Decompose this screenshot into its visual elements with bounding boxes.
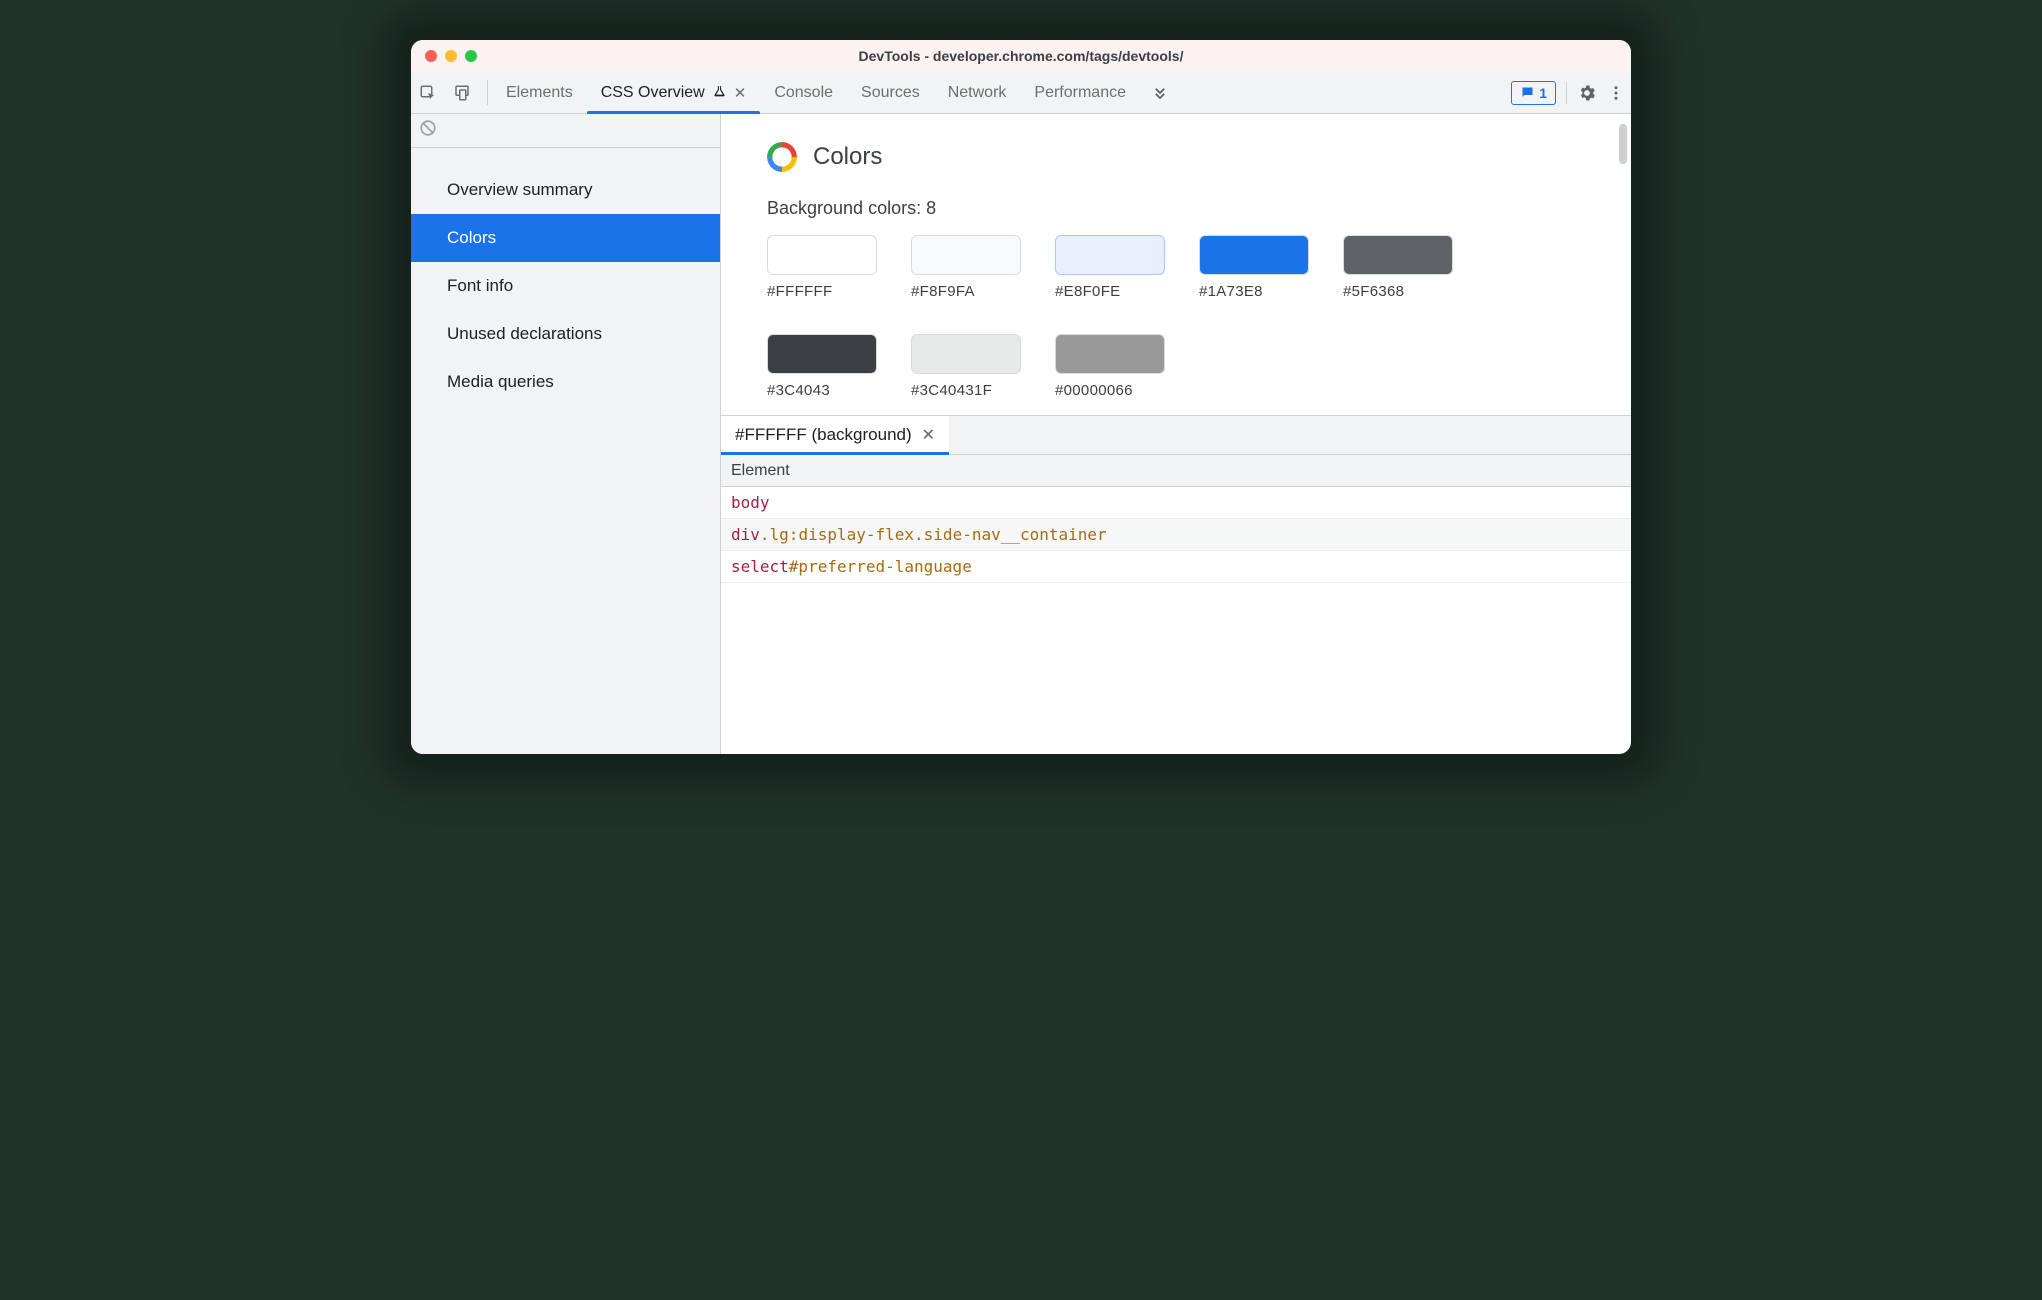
separator [1566,82,1567,104]
swatch-label: #FFFFFF [767,283,877,300]
clear-overview-icon[interactable] [419,119,437,142]
element-row[interactable]: body [721,487,1631,519]
detail-tab-label: #FFFFFF (background) [735,425,912,445]
section-title: Colors [813,143,882,171]
traffic-lights [425,50,477,62]
close-detail-tab-icon[interactable]: ✕ [922,425,935,445]
tab-label: Console [774,84,833,102]
window-close-button[interactable] [425,50,437,62]
swatch-chip [1055,235,1165,275]
separator [487,80,488,105]
titlebar: DevTools - developer.chrome.com/tags/dev… [411,40,1631,72]
color-swatch[interactable]: #E8F0FE [1055,235,1165,300]
main-content: Colors Background colors: 8 #FFFFFF #F8F9… [721,114,1631,754]
color-swatch[interactable]: #3C40431F [911,334,1021,399]
sidebar-item-media-queries[interactable]: Media queries [411,358,720,406]
swatch-label: #E8F0FE [1055,283,1165,300]
tab-sources[interactable]: Sources [847,72,934,113]
tab-performance[interactable]: Performance [1020,72,1140,113]
experiment-icon [713,85,726,101]
more-tabs-icon[interactable] [1140,72,1180,113]
settings-icon[interactable] [1577,83,1597,103]
tab-console[interactable]: Console [760,72,847,113]
sidebar-item-label: Font info [447,276,513,296]
swatch-chip [767,334,877,374]
messages-count: 1 [1539,85,1547,101]
swatch-label: #1A73E8 [1199,283,1309,300]
tab-label: Performance [1034,84,1126,102]
swatches-grid: #FFFFFF #F8F9FA #E8F0FE #1A73E8 #5F6368 #3C40… [767,235,1585,399]
sidebar: Overview summary Colors Font info Unused… [411,114,721,754]
panel-body: Overview summary Colors Font info Unused… [411,114,1631,754]
sidebar-item-label: Overview summary [447,180,592,200]
swatch-label: #3C40431F [911,382,1021,399]
sidebar-item-colors[interactable]: Colors [411,214,720,262]
window-maximize-button[interactable] [465,50,477,62]
kebab-menu-icon[interactable] [1607,84,1625,102]
color-ring-icon [767,142,797,172]
tab-label: CSS Overview [601,84,705,102]
close-tab-icon[interactable]: ✕ [734,84,747,102]
tab-label: Elements [506,84,573,102]
tab-css-overview[interactable]: CSS Overview ✕ [587,72,761,113]
detail-rows: bodydiv.lg:display-flex.side-nav__contai… [721,487,1631,583]
devtools-window: DevTools - developer.chrome.com/tags/dev… [411,40,1631,754]
tab-label: Network [948,84,1007,102]
section-header: Colors [767,142,1585,172]
tab-label: Sources [861,84,920,102]
toolbar-right: 1 [1511,72,1631,113]
window-minimize-button[interactable] [445,50,457,62]
swatch-chip [1199,235,1309,275]
detail-tab-row: #FFFFFF (background) ✕ [721,415,1631,455]
swatch-chip [911,235,1021,275]
device-toolbar-icon[interactable] [445,72,479,113]
sidebar-item-font-info[interactable]: Font info [411,262,720,310]
swatch-label: #3C4043 [767,382,877,399]
inspect-element-icon[interactable] [411,72,445,113]
swatch-chip [1343,235,1453,275]
element-row[interactable]: select#preferred-language [721,551,1631,583]
color-swatch[interactable]: #00000066 [1055,334,1165,399]
sidebar-item-unused-declarations[interactable]: Unused declarations [411,310,720,358]
swatch-label: #00000066 [1055,382,1165,399]
swatch-chip [1055,334,1165,374]
window-title: DevTools - developer.chrome.com/tags/dev… [411,48,1631,64]
color-swatch[interactable]: #FFFFFF [767,235,877,300]
devtools-tabstrip: Elements CSS Overview ✕ Console Sources … [411,72,1631,114]
color-swatch[interactable]: #5F6368 [1343,235,1453,300]
sidebar-top-row [411,114,720,148]
tab-elements[interactable]: Elements [492,72,587,113]
color-swatch[interactable]: #3C4043 [767,334,877,399]
swatch-label: #F8F9FA [911,283,1021,300]
sidebar-item-label: Colors [447,228,496,248]
sidebar-item-overview-summary[interactable]: Overview summary [411,166,720,214]
swatch-chip [767,235,877,275]
color-swatch[interactable]: #F8F9FA [911,235,1021,300]
colors-section: Colors Background colors: 8 #FFFFFF #F8F9… [721,114,1631,415]
swatch-chip [911,334,1021,374]
sidebar-item-label: Unused declarations [447,324,602,344]
swatch-label: #5F6368 [1343,283,1453,300]
detail-tab[interactable]: #FFFFFF (background) ✕ [721,416,949,454]
messages-badge[interactable]: 1 [1511,81,1556,105]
tab-network[interactable]: Network [934,72,1021,113]
color-swatch[interactable]: #1A73E8 [1199,235,1309,300]
detail-column-header: Element [721,455,1631,487]
element-row[interactable]: div.lg:display-flex.side-nav__container [721,519,1631,551]
background-colors-subhead: Background colors: 8 [767,198,1585,219]
scrollbar[interactable] [1619,124,1627,164]
sidebar-item-label: Media queries [447,372,554,392]
